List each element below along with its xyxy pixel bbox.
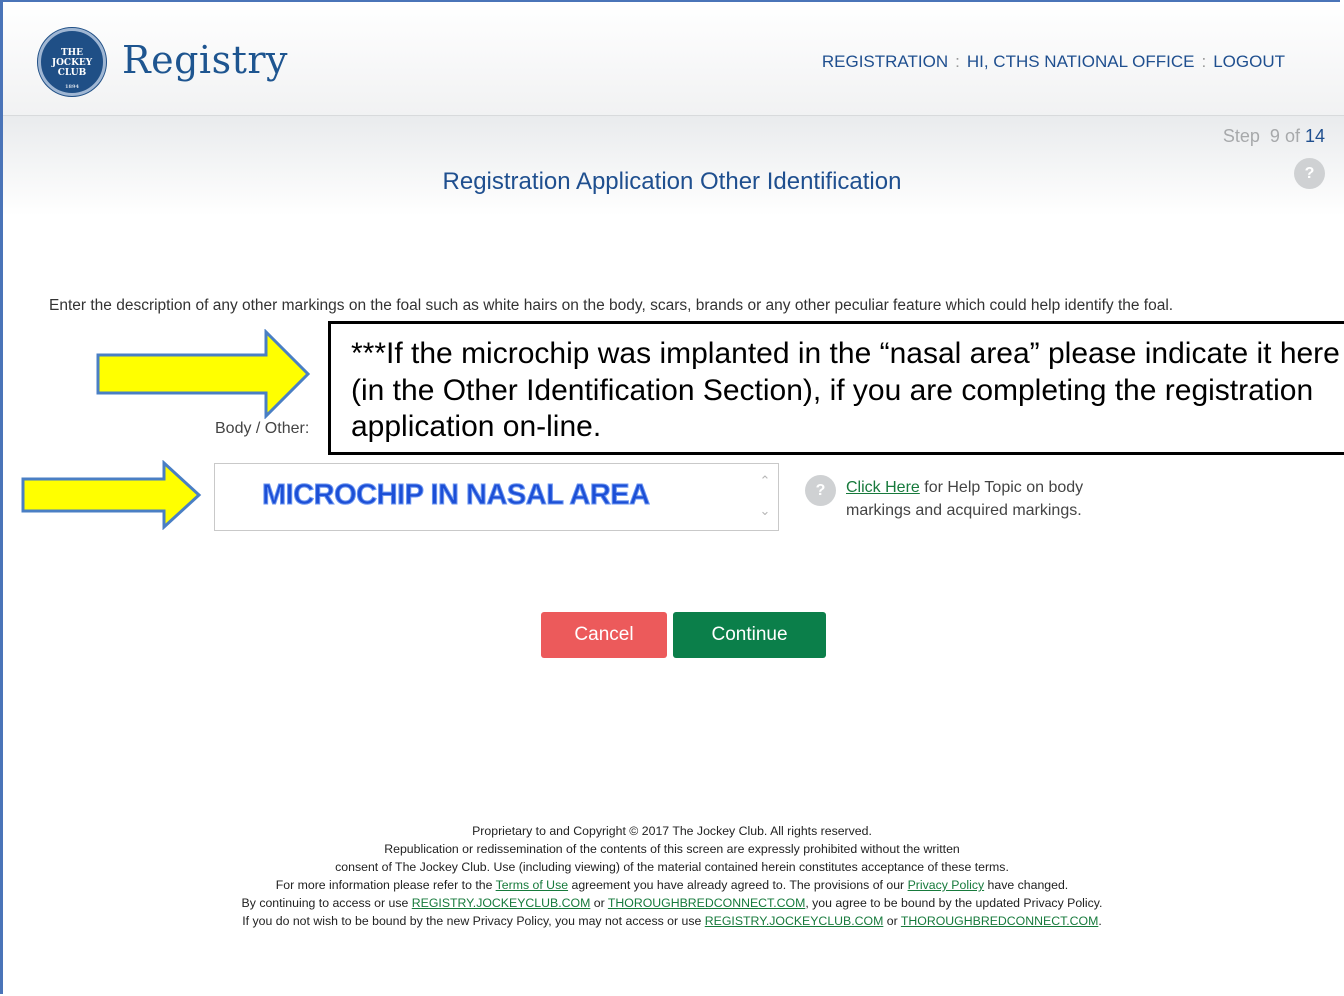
body-other-label: Body / Other:: [215, 420, 310, 437]
textarea-value: MICROCHIP IN NASAL AREA: [262, 479, 651, 512]
arrow-right-icon: [96, 329, 311, 419]
registry-link[interactable]: REGISTRY.JOCKEYCLUB.COM: [412, 896, 591, 910]
thoroughbredconnect-link[interactable]: THOROUGHBREDCONNECT.COM: [608, 896, 805, 910]
nav-logout[interactable]: LOGOUT: [1213, 52, 1285, 71]
chevron-down-icon[interactable]: ⌄: [756, 503, 774, 519]
top-nav: REGISTRATION: HI, CTHS NATIONAL OFFICE: LO…: [821, 52, 1285, 71]
chevron-up-icon[interactable]: ⌃: [756, 473, 774, 489]
step-indicator: Step 9 of 14: [1222, 126, 1325, 146]
nav-greeting[interactable]: HI, CTHS NATIONAL OFFICE: [967, 52, 1195, 71]
title-band: [3, 116, 1344, 216]
arrow-right-icon: [21, 460, 202, 530]
nav-registration[interactable]: REGISTRATION: [822, 52, 948, 71]
body-other-textarea[interactable]: MICROCHIP IN NASAL AREA ⌃ ⌄: [214, 463, 779, 531]
thoroughbredconnect-link[interactable]: THOROUGHBREDCONNECT.COM: [901, 914, 1098, 928]
continue-button[interactable]: Continue: [673, 612, 826, 658]
help-icon[interactable]: ?: [805, 475, 836, 506]
help-topic-link[interactable]: Click Here: [846, 479, 920, 496]
instruction-callout: ***If the microchip was implanted in the…: [328, 321, 1344, 455]
terms-of-use-link[interactable]: Terms of Use: [496, 878, 568, 892]
cancel-button[interactable]: Cancel: [541, 612, 667, 658]
page-title: Registration Application Other Identific…: [442, 168, 902, 195]
brand-title[interactable]: Registry: [122, 38, 288, 82]
jockey-club-seal-icon[interactable]: THE JOCKEY CLUB 1894: [38, 28, 106, 96]
footer: Proprietary to and Copyright © 2017 The …: [241, 824, 1103, 928]
help-topic-text: Click Here for Help Topic on body markin…: [846, 479, 1084, 519]
privacy-policy-link[interactable]: Privacy Policy: [908, 878, 985, 892]
registry-link[interactable]: REGISTRY.JOCKEYCLUB.COM: [705, 914, 884, 928]
instructions-text: Enter the description of any other marki…: [49, 297, 1174, 314]
